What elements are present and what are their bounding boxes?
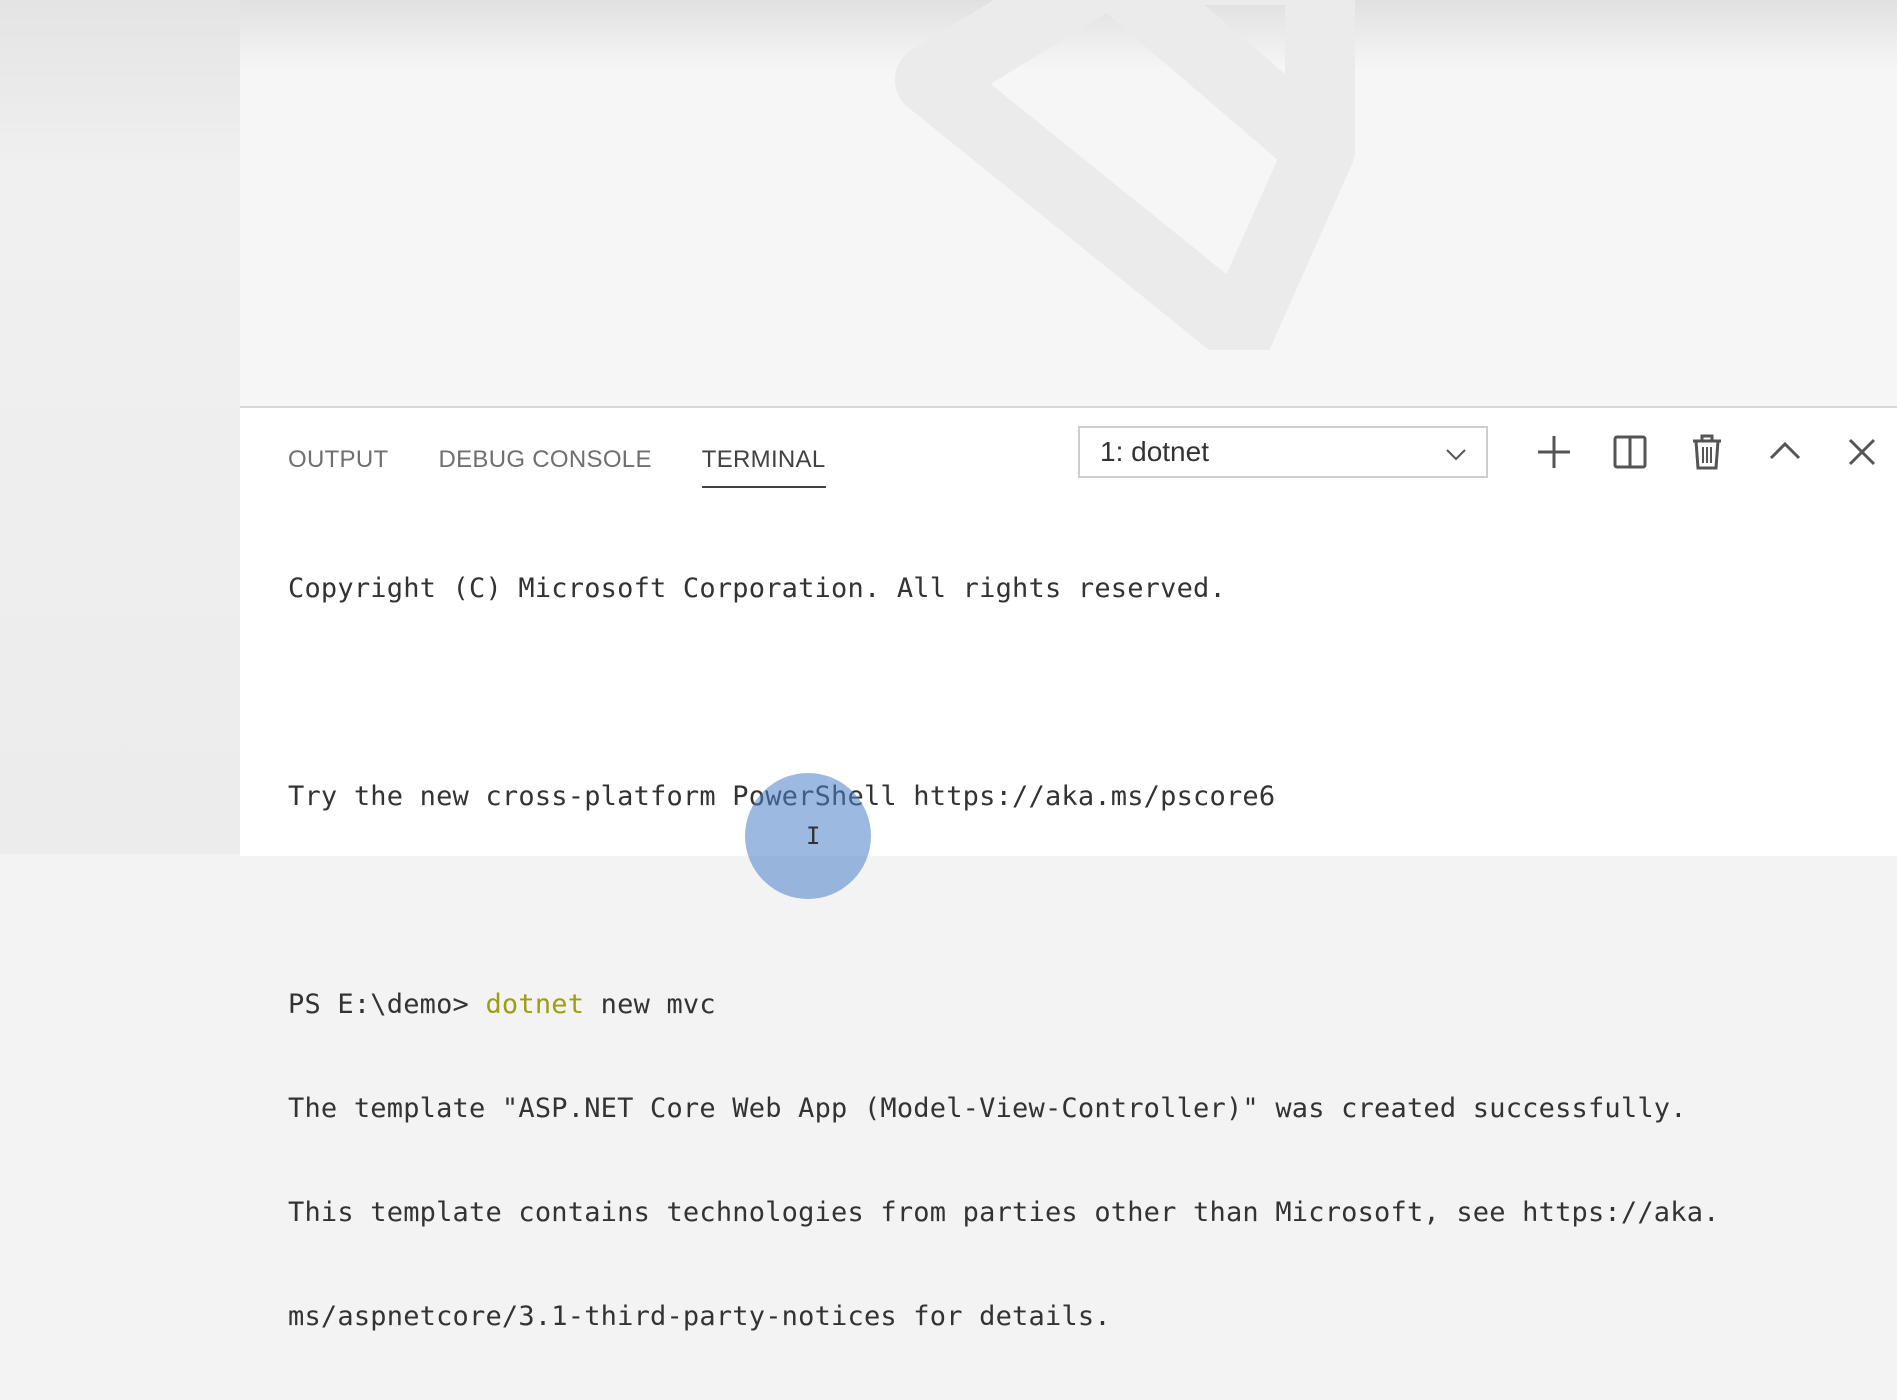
terminal-line: This template contains technologies from… — [288, 1197, 1720, 1228]
split-icon[interactable] — [1608, 430, 1652, 474]
terminal-prompt: PS E:\demo> — [288, 989, 486, 1020]
terminal-line: Try the new cross-platform PowerShell ht… — [288, 781, 1276, 812]
tab-terminal[interactable]: TERMINAL — [701, 438, 826, 488]
plus-icon[interactable] — [1532, 430, 1576, 474]
vscode-watermark-icon — [895, 0, 1355, 350]
chevron-up-icon[interactable] — [1763, 430, 1807, 474]
tab-debug-console[interactable]: DEBUG CONSOLE — [438, 438, 651, 486]
terminal-line: Copyright (C) Microsoft Corporation. All… — [288, 573, 1226, 604]
close-icon[interactable] — [1840, 430, 1884, 474]
panel-tabs: OUTPUT DEBUG CONSOLE TERMINAL — [288, 438, 826, 488]
trash-icon[interactable] — [1685, 430, 1729, 474]
terminal-output[interactable]: Copyright (C) Microsoft Corporation. All… — [288, 506, 1888, 1400]
terminal-select-dropdown[interactable]: 1: dotnet — [1078, 426, 1488, 478]
bottom-panel: OUTPUT DEBUG CONSOLE TERMINAL 1: dotnet … — [240, 406, 1897, 1332]
tab-output[interactable]: OUTPUT — [288, 438, 388, 486]
text-cursor-icon: I — [806, 822, 821, 850]
chevron-down-icon — [1446, 449, 1466, 461]
editor-area — [240, 0, 1897, 406]
sidebar — [0, 0, 240, 854]
terminal-select-value: 1: dotnet — [1100, 436, 1209, 467]
terminal-line: ms/aspnetcore/3.1-third-party-notices fo… — [288, 1301, 1111, 1332]
terminal-line: The template "ASP.NET Core Web App (Mode… — [288, 1093, 1687, 1124]
command-args: new mvc — [584, 989, 716, 1020]
command-name: dotnet — [485, 989, 585, 1020]
terminal-command-line: PS E:\demo> dotnet new mvc — [288, 984, 1888, 1026]
